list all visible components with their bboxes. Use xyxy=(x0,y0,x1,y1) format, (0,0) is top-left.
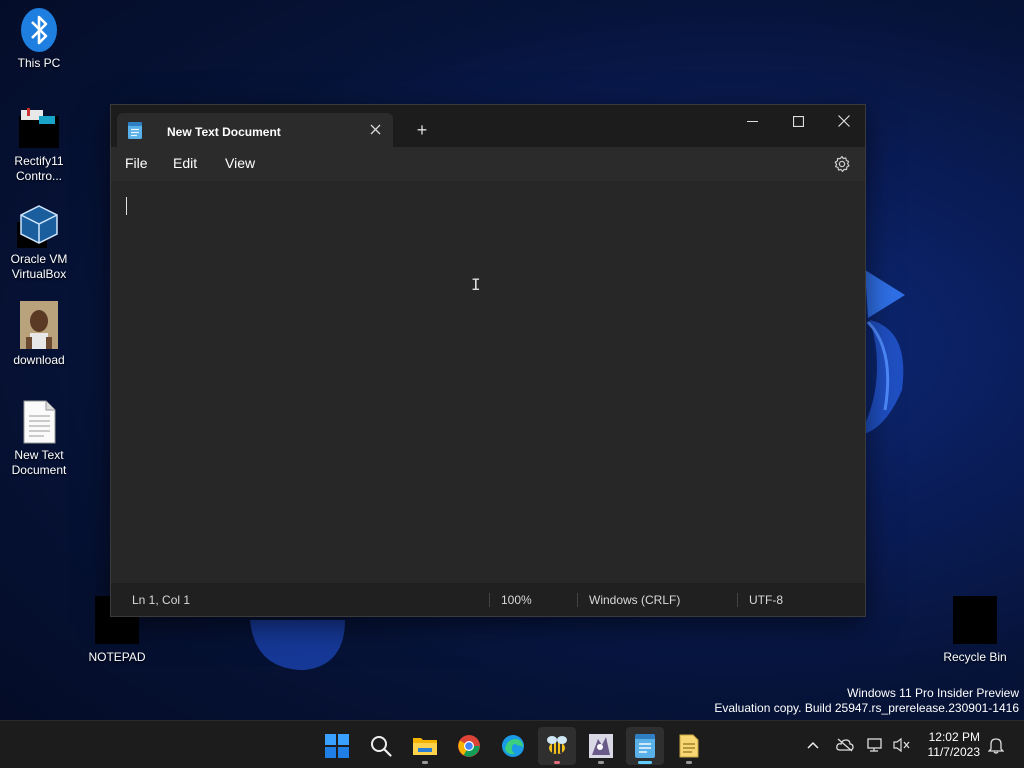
search-button[interactable] xyxy=(362,727,400,765)
notepad-app-icon xyxy=(128,122,142,139)
show-hidden-icons-button[interactable] xyxy=(803,735,823,755)
status-separator xyxy=(737,593,738,607)
clock-time: 12:02 PM xyxy=(928,730,980,744)
desktop-icon-label: New Text Document xyxy=(11,448,67,477)
title-bar[interactable]: New Text Document + xyxy=(111,105,865,147)
maximize-icon xyxy=(792,115,804,127)
desktop-icon-this-pc[interactable]: This PC xyxy=(0,8,78,71)
notes-file-icon xyxy=(679,734,699,758)
menu-bar: File Edit View xyxy=(111,147,865,181)
running-indicator xyxy=(554,761,560,764)
encoding: UTF-8 xyxy=(749,593,783,607)
tab-title: New Text Document xyxy=(167,125,281,139)
virtualbox-icon xyxy=(17,204,61,248)
minimize-button[interactable] xyxy=(729,107,775,135)
menu-file[interactable]: File xyxy=(125,155,148,171)
notepad-icon xyxy=(635,734,655,758)
status-separator xyxy=(577,593,578,607)
taskbar-file-explorer[interactable] xyxy=(406,727,444,765)
desktop-icon-rectify11[interactable]: Rectify11 Contro... xyxy=(0,106,78,184)
running-indicator xyxy=(422,761,428,764)
bell-icon xyxy=(988,738,1004,754)
desktop-icon-label: This PC xyxy=(17,56,61,70)
mouse-ibeam-cursor: I xyxy=(471,275,481,294)
text-caret xyxy=(126,197,127,215)
start-button[interactable] xyxy=(318,727,356,765)
taskbar-edge[interactable] xyxy=(494,727,532,765)
desktop-icon-new-text-document[interactable]: New Text Document xyxy=(0,400,78,478)
taskbar-notepad[interactable] xyxy=(626,727,664,765)
wallpaper-bloom-lower xyxy=(250,620,345,670)
notifications-button[interactable] xyxy=(986,735,1006,755)
running-indicator xyxy=(598,761,604,764)
network-icon xyxy=(867,738,882,752)
notepad-window: New Text Document + File Edit View I Ln … xyxy=(110,104,866,617)
close-icon xyxy=(838,115,850,127)
menu-edit[interactable]: Edit xyxy=(173,155,197,171)
control-panel-icon xyxy=(17,106,61,150)
text-editor[interactable]: I xyxy=(111,181,865,583)
tab-new-text-document[interactable]: New Text Document xyxy=(117,113,393,147)
new-tab-button[interactable]: + xyxy=(411,119,433,141)
active-indicator xyxy=(638,761,652,764)
network-tray[interactable] xyxy=(866,735,886,755)
status-bar: Ln 1, Col 1 100% Windows (CRLF) UTF-8 xyxy=(111,583,865,616)
bluetooth-icon xyxy=(17,8,61,52)
cloud-offline-icon xyxy=(836,738,854,752)
desktop-icon-virtualbox[interactable]: Oracle VM VirtualBox xyxy=(0,204,78,282)
menu-view[interactable]: View xyxy=(225,155,255,171)
bee-app-icon xyxy=(547,736,567,754)
minimize-icon xyxy=(746,120,758,122)
watermark-edition: Windows 11 Pro Insider Preview xyxy=(847,686,1019,700)
image-file-icon xyxy=(17,301,61,349)
cursor-position: Ln 1, Col 1 xyxy=(132,593,191,607)
onedrive-tray[interactable] xyxy=(835,735,855,755)
taskbar: 12:02 PM 11/7/2023 xyxy=(0,720,1024,768)
desktop-icon-label: NOTEPAD xyxy=(88,650,146,664)
start-icon xyxy=(325,734,349,758)
maximize-button[interactable] xyxy=(775,107,821,135)
gnu-app-icon xyxy=(589,734,613,758)
desktop-icon-label: Recycle Bin xyxy=(943,650,1007,664)
text-file-icon xyxy=(17,400,61,444)
close-tab-icon[interactable] xyxy=(365,119,385,139)
volume-muted-icon xyxy=(893,737,910,753)
chevron-up-icon xyxy=(807,741,819,749)
windows-watermark: Windows 11 Pro Insider Preview Evaluatio… xyxy=(714,686,1019,716)
edge-icon xyxy=(502,735,524,757)
search-icon xyxy=(371,736,392,757)
line-ending: Windows (CRLF) xyxy=(589,593,681,607)
desktop-icon-download[interactable]: download xyxy=(0,301,78,368)
taskbar-chrome[interactable] xyxy=(450,727,488,765)
volume-tray[interactable] xyxy=(892,735,912,755)
taskbar-gnu-app[interactable] xyxy=(582,727,620,765)
file-explorer-icon xyxy=(413,738,437,755)
desktop-icon-label: Oracle VM VirtualBox xyxy=(10,252,68,281)
close-window-button[interactable] xyxy=(821,107,867,135)
clock-date: 11/7/2023 xyxy=(927,745,981,759)
settings-gear-icon[interactable] xyxy=(833,155,851,173)
taskbar-notes-file[interactable] xyxy=(670,727,708,765)
watermark-build: Evaluation copy. Build 25947.rs_prerelea… xyxy=(714,701,1019,715)
desktop-icon-recycle-bin[interactable]: Recycle Bin xyxy=(936,596,1014,665)
desktop-icon-label: download xyxy=(13,353,65,367)
taskbar-bee-app[interactable] xyxy=(538,727,576,765)
zoom-level: 100% xyxy=(501,593,532,607)
recycle-bin-icon xyxy=(953,596,997,644)
chrome-icon xyxy=(458,735,480,757)
status-separator xyxy=(489,593,490,607)
running-indicator xyxy=(686,761,692,764)
desktop-icon-label: Rectify11 Contro... xyxy=(14,154,64,183)
clock[interactable]: 12:02 PM 11/7/2023 xyxy=(918,730,981,760)
